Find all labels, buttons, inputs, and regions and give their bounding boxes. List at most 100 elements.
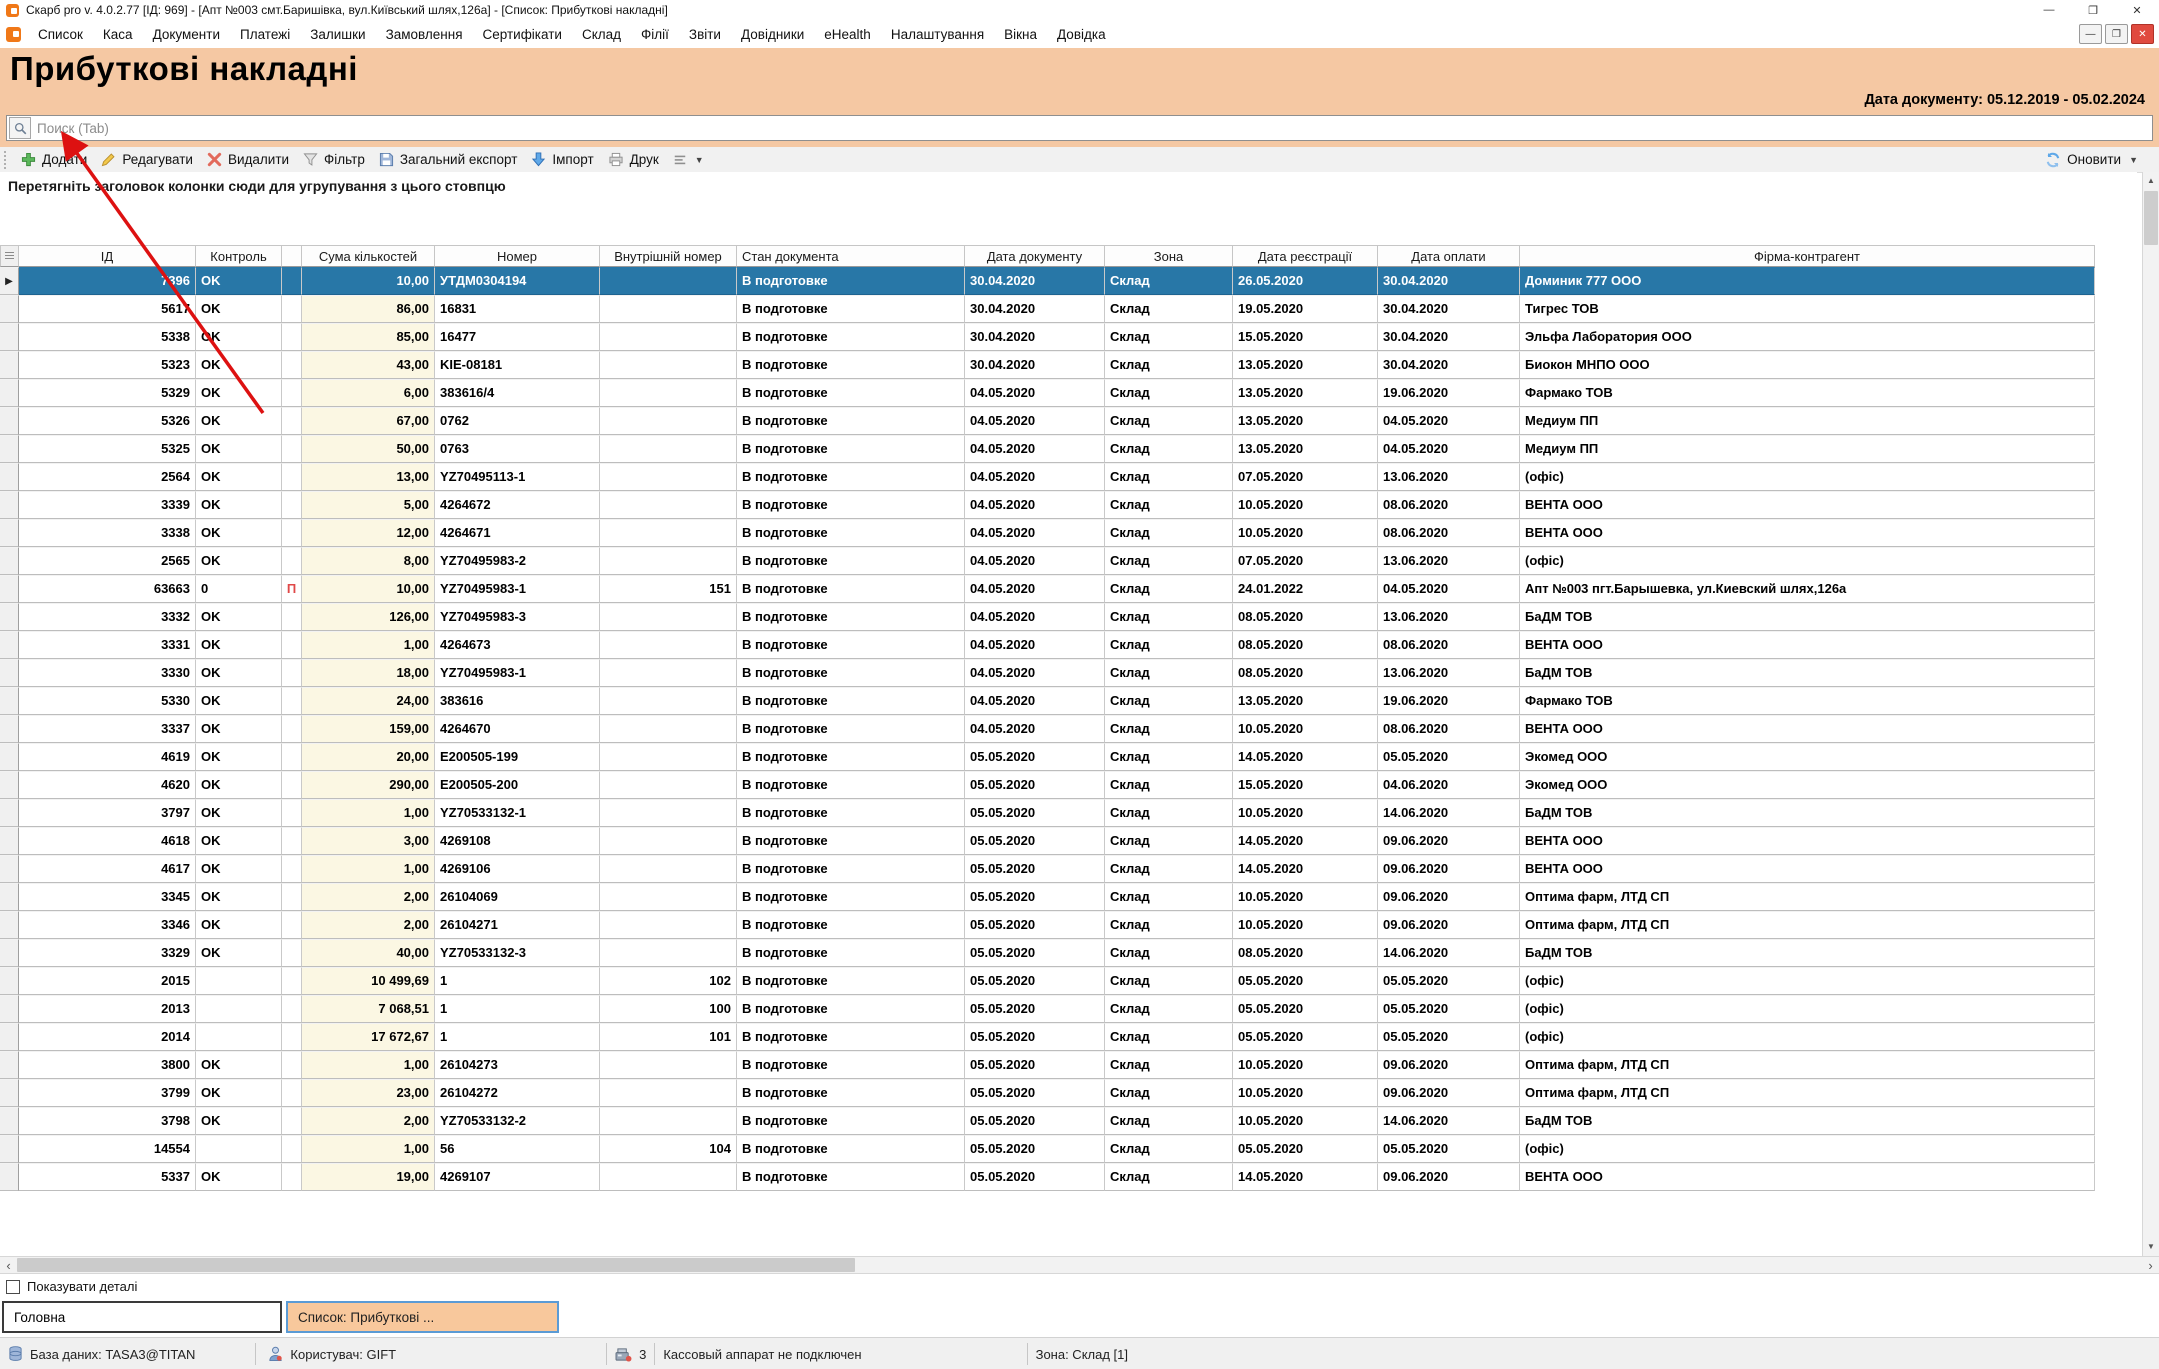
print-button[interactable]: Друк xyxy=(601,148,666,171)
table-row[interactable]: 5329OK6,00383616/4В подготовке04.05.2020… xyxy=(0,379,2095,407)
mdi-restore-icon[interactable]: ❐ xyxy=(2105,24,2128,44)
close-icon[interactable]: ✕ xyxy=(2115,1,2159,20)
row-indicator xyxy=(0,407,19,435)
filter-button[interactable]: Фільтр xyxy=(296,148,372,171)
column-header-firm[interactable]: Фірма-контрагент xyxy=(1520,245,2095,267)
column-header-flag[interactable] xyxy=(282,245,302,267)
cell-firm: ВЕНТА ООО xyxy=(1520,827,2095,855)
table-row[interactable]: 3345OK2,0026104069В подготовке05.05.2020… xyxy=(0,883,2095,911)
column-header-number[interactable]: Номер xyxy=(435,245,600,267)
table-row[interactable]: 20137 068,511100В подготовке05.05.2020Ск… xyxy=(0,995,2095,1023)
table-row[interactable]: 3346OK2,0026104271В подготовке05.05.2020… xyxy=(0,911,2095,939)
cell-zone: Склад xyxy=(1105,827,1233,855)
menu-ehealth[interactable]: eHealth xyxy=(814,20,881,48)
menu-sertyfikaty[interactable]: Сертифікати xyxy=(473,20,572,48)
table-row[interactable]: 145541,0056104В подготовке05.05.2020Скла… xyxy=(0,1135,2095,1163)
column-header-pay-date[interactable]: Дата оплати xyxy=(1378,245,1520,267)
menu-spisok[interactable]: Список xyxy=(28,20,93,48)
cell-id: 2014 xyxy=(19,1023,196,1051)
column-header-reg-date[interactable]: Дата реєстрації xyxy=(1233,245,1378,267)
table-row[interactable]: 3339OK5,004264672В подготовке04.05.2020С… xyxy=(0,491,2095,519)
horizontal-scrollbar[interactable]: ‹ › xyxy=(0,1256,2159,1274)
table-row[interactable]: 3331OK1,004264673В подготовке04.05.2020С… xyxy=(0,631,2095,659)
cell-number: 4264672 xyxy=(435,491,600,519)
menu-vikna[interactable]: Вікна xyxy=(994,20,1047,48)
menu-platezhi[interactable]: Платежі xyxy=(230,20,300,48)
table-row[interactable]: 201417 672,671101В подготовке05.05.2020С… xyxy=(0,1023,2095,1051)
import-button[interactable]: Імпорт xyxy=(524,148,600,171)
cell-flag xyxy=(282,491,302,519)
menu-sklad[interactable]: Склад xyxy=(572,20,631,48)
menu-nalashtuvannia[interactable]: Налаштування xyxy=(881,20,994,48)
table-row[interactable]: 636630П10,00YZ70495983-1151В подготовке0… xyxy=(0,575,2095,603)
menu-zamovlennia[interactable]: Замовлення xyxy=(376,20,473,48)
column-header-control[interactable]: Контроль xyxy=(196,245,282,267)
table-row[interactable]: 5323OK43,00KIE-08181В подготовке30.04.20… xyxy=(0,351,2095,379)
table-row[interactable]: 3330OK18,00YZ70495983-1В подготовке04.05… xyxy=(0,659,2095,687)
vertical-scrollbar-thumb[interactable] xyxy=(2144,191,2158,245)
table-row[interactable]: 4617OK1,004269106В подготовке05.05.2020С… xyxy=(0,855,2095,883)
table-row[interactable]: 5338OK85,0016477В подготовке30.04.2020Ск… xyxy=(0,323,2095,351)
table-row[interactable]: ▶7396OK10,00УТДМ0304194В подготовке30.04… xyxy=(0,267,2095,295)
cell-firm: (офіс) xyxy=(1520,1135,2095,1163)
table-row[interactable]: 201510 499,691102В подготовке05.05.2020С… xyxy=(0,967,2095,995)
menu-zvity[interactable]: Звіти xyxy=(679,20,731,48)
scroll-down-icon[interactable]: ▼ xyxy=(2143,1238,2159,1255)
table-row[interactable]: 3329OK40,00YZ70533132-3В подготовке05.05… xyxy=(0,939,2095,967)
column-header-doc-date[interactable]: Дата документу xyxy=(965,245,1105,267)
export-button[interactable]: Загальний експорт xyxy=(372,148,525,171)
cell-zone: Склад xyxy=(1105,939,1233,967)
table-row[interactable]: 4620OK290,00E200505-200В подготовке05.05… xyxy=(0,771,2095,799)
cell-control: OK xyxy=(196,323,282,351)
refresh-button[interactable]: Оновити ▼ xyxy=(2038,148,2145,171)
table-row[interactable]: 3337OK159,004264670В подготовке04.05.202… xyxy=(0,715,2095,743)
table-row[interactable]: 3798OK2,00YZ70533132-2В подготовке05.05.… xyxy=(0,1107,2095,1135)
table-row[interactable]: 5337OK19,004269107В подготовке05.05.2020… xyxy=(0,1163,2095,1191)
column-header-state[interactable]: Стан документа xyxy=(737,245,965,267)
table-row[interactable]: 5325OK50,000763В подготовке04.05.2020Скл… xyxy=(0,435,2095,463)
search-input[interactable] xyxy=(35,120,2152,137)
table-row[interactable]: 3800OK1,0026104273В подготовке05.05.2020… xyxy=(0,1051,2095,1079)
table-row[interactable]: 3332OK126,00YZ70495983-3В подготовке04.0… xyxy=(0,603,2095,631)
cell-sum: 8,00 xyxy=(302,547,435,575)
tab-home[interactable]: Головна xyxy=(2,1301,282,1333)
mdi-minimize-icon[interactable]: — xyxy=(2079,24,2102,44)
column-header-id[interactable]: ІД xyxy=(19,245,196,267)
table-row[interactable]: 3799OK23,0026104272В подготовке05.05.202… xyxy=(0,1079,2095,1107)
vertical-scrollbar[interactable]: ▲ ▼ xyxy=(2142,172,2159,1256)
restore-icon[interactable]: ❐ xyxy=(2071,1,2115,20)
table-row[interactable]: 5617OK86,0016831В подготовке30.04.2020Ск… xyxy=(0,295,2095,323)
minimize-icon[interactable]: — xyxy=(2027,1,2071,20)
view-options-button[interactable]: ▼ xyxy=(666,148,711,171)
menu-filii[interactable]: Філії xyxy=(631,20,679,48)
table-row[interactable]: 5326OK67,000762В подготовке04.05.2020Скл… xyxy=(0,407,2095,435)
show-details-checkbox[interactable] xyxy=(6,1280,20,1294)
menu-dovidnyky[interactable]: Довідники xyxy=(731,20,814,48)
table-row[interactable]: 2564OK13,00YZ70495113-1В подготовке04.05… xyxy=(0,463,2095,491)
table-row[interactable]: 3338OK12,004264671В подготовке04.05.2020… xyxy=(0,519,2095,547)
table-row[interactable]: 4618OK3,004269108В подготовке05.05.2020С… xyxy=(0,827,2095,855)
table-row[interactable]: 4619OK20,00E200505-199В подготовке05.05.… xyxy=(0,743,2095,771)
add-button[interactable]: Додати xyxy=(14,148,94,171)
table-row[interactable]: 5330OK24,00383616В подготовке04.05.2020С… xyxy=(0,687,2095,715)
edit-button[interactable]: Редагувати xyxy=(94,148,200,171)
pencil-icon xyxy=(101,152,116,167)
column-header-zone[interactable]: Зона xyxy=(1105,245,1233,267)
menu-zalyshky[interactable]: Залишки xyxy=(300,20,375,48)
menu-kasa[interactable]: Каса xyxy=(93,20,143,48)
table-row[interactable]: 2565OK8,00YZ70495983-2В подготовке04.05.… xyxy=(0,547,2095,575)
table-row[interactable]: 3797OK1,00YZ70533132-1В подготовке05.05.… xyxy=(0,799,2095,827)
group-by-drop-zone[interactable]: Перетягніть заголовок колонки сюди для у… xyxy=(8,178,506,194)
cell-internal xyxy=(600,687,737,715)
scroll-right-icon[interactable]: › xyxy=(2142,1257,2159,1273)
tab-list-incoming-invoices[interactable]: Список: Прибуткові ... xyxy=(286,1301,559,1333)
menu-dovidka[interactable]: Довідка xyxy=(1047,20,1116,48)
mdi-close-icon[interactable]: ✕ xyxy=(2131,24,2154,44)
menu-dokumenty[interactable]: Документи xyxy=(143,20,230,48)
delete-button[interactable]: Видалити xyxy=(200,148,296,171)
column-header-internal-number[interactable]: Внутрішній номер xyxy=(600,245,737,267)
scroll-left-icon[interactable]: ‹ xyxy=(0,1257,17,1273)
horizontal-scrollbar-thumb[interactable] xyxy=(17,1258,855,1272)
scroll-up-icon[interactable]: ▲ xyxy=(2143,172,2159,189)
column-header-sum[interactable]: Сума кількостей xyxy=(302,245,435,267)
